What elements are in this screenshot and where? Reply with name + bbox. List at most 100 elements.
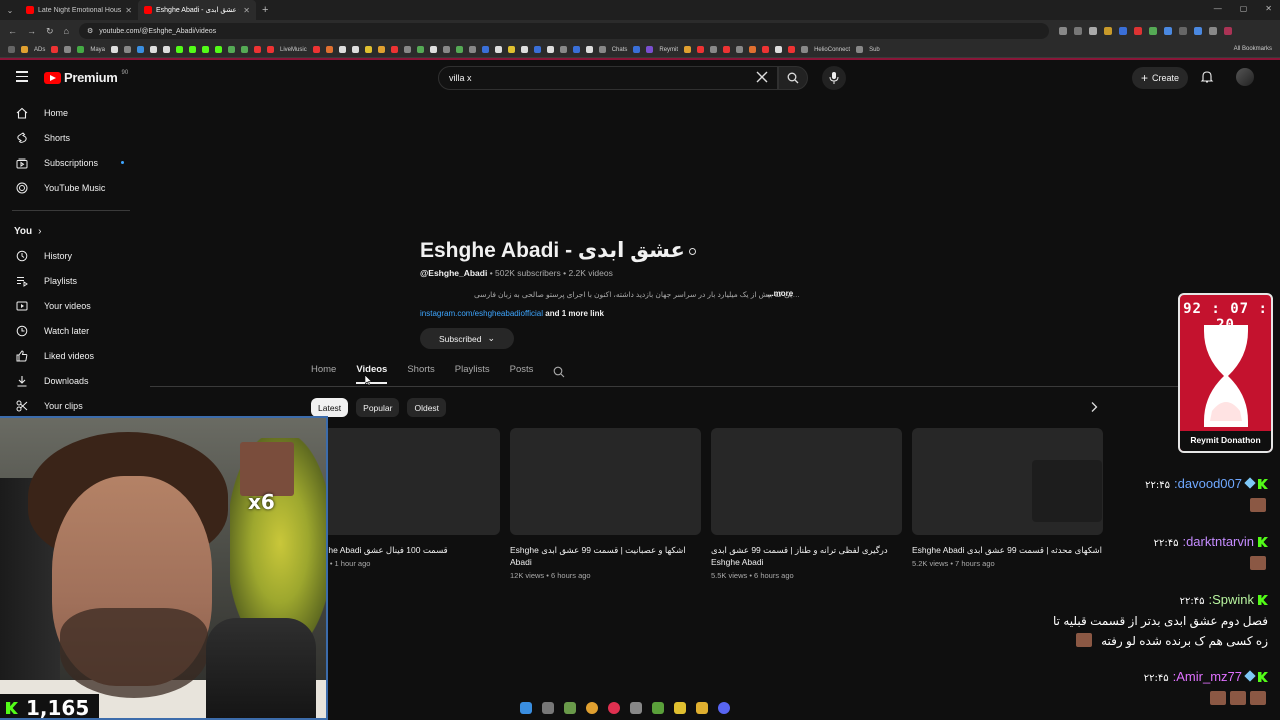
filter-oldest[interactable]: Oldest [407, 398, 447, 417]
browser-tab-1[interactable]: Eshghe Abadi - عشق ابدی - Yo ✕ [138, 0, 256, 20]
more-links[interactable]: and 1 more link [545, 309, 604, 318]
description-more-link[interactable]: ...more [767, 289, 793, 298]
tab-shorts[interactable]: Shorts [407, 364, 434, 384]
bookmark-icon[interactable] [856, 46, 864, 53]
bookmark-icon[interactable] [481, 46, 489, 53]
bookmark-icon[interactable] [325, 46, 333, 53]
sidebar-item-your-clips[interactable]: Your clips [0, 393, 142, 418]
close-window-icon[interactable]: ✕ [1265, 4, 1272, 13]
kick-icon[interactable] [202, 46, 210, 53]
search-button[interactable] [778, 66, 808, 90]
home-browser-icon[interactable]: ⌂ [64, 26, 69, 36]
close-tab-icon[interactable]: ✕ [125, 6, 132, 15]
bookmark-icon[interactable] [494, 46, 502, 53]
bookmark-icon[interactable] [241, 46, 249, 53]
channel-description[interactable]: …یی که بیش از یک میلیارد بار در سراسر جه… [420, 290, 800, 299]
zoom-icon[interactable] [1074, 27, 1082, 35]
subscribed-button[interactable]: Subscribed ⌄ [420, 328, 514, 349]
bookmark-icon[interactable] [468, 46, 476, 53]
bookmark-helioconnect[interactable]: HelioConnect [814, 47, 850, 53]
kick-icon[interactable] [176, 46, 184, 53]
bookmark-icon[interactable] [390, 46, 398, 53]
video-title[interactable]: Eshghe Abadi قسمت 100 فینال عشق [309, 544, 500, 556]
file-explorer-icon[interactable] [696, 702, 708, 714]
instagram-link[interactable]: instagram.com/eshgheabadiofficial [420, 309, 543, 318]
browser-tab-0[interactable]: Late Night Emotional House M ✕ [20, 0, 138, 20]
video-thumbnail[interactable] [309, 428, 500, 535]
reload-icon[interactable]: ↻ [46, 26, 54, 37]
bookmark-icon[interactable] [559, 46, 567, 53]
star-icon[interactable] [1089, 27, 1097, 35]
bookmark-icon[interactable] [585, 46, 593, 53]
bookmark-icon[interactable] [572, 46, 580, 53]
bookmark-icon[interactable] [546, 46, 554, 53]
bookmark-icon[interactable] [646, 46, 654, 53]
back-icon[interactable]: ← [8, 26, 17, 36]
extension-icon[interactable] [1164, 27, 1172, 35]
account-avatar[interactable] [1236, 68, 1254, 86]
sidebar-item-liked-videos[interactable]: Liked videos [0, 343, 142, 368]
channel-search-icon[interactable] [553, 366, 565, 378]
bookmark-icon[interactable] [598, 46, 606, 53]
extension-icon[interactable] [1134, 27, 1142, 35]
extension-icon[interactable] [1179, 27, 1187, 35]
voice-search-button[interactable] [822, 66, 846, 90]
video-card[interactable]: درگیری لفظی ترانه و طناز | قسمت 99 عشق ا… [711, 428, 902, 580]
x-icon[interactable] [163, 46, 171, 53]
bookmark-livemusic[interactable]: LiveMusic [280, 47, 307, 53]
video-card[interactable]: Eshghe Abadi قسمت 100 فینال عشق views • … [309, 428, 500, 568]
bookmark-icon[interactable] [403, 46, 411, 53]
chrome-icon[interactable] [586, 702, 598, 714]
kick-icon[interactable] [189, 46, 197, 53]
bookmark-chats[interactable]: Chats [612, 47, 628, 53]
bookmark-icon[interactable] [351, 46, 359, 53]
bookmark-icon[interactable] [150, 46, 158, 53]
task-view-icon[interactable] [542, 702, 554, 714]
bookmark-icon[interactable] [377, 46, 385, 53]
video-title[interactable]: درگیری لفظی ترانه و طناز | قسمت 99 عشق ا… [711, 544, 902, 568]
extension-icon[interactable] [1059, 27, 1067, 35]
taskbar-app-icon[interactable] [652, 702, 664, 714]
bookmark-icon[interactable] [111, 46, 119, 53]
bookmark-icon[interactable] [338, 46, 346, 53]
bookmark-icon[interactable] [775, 46, 783, 53]
bookmark-icon[interactable] [788, 46, 796, 53]
start-icon[interactable] [520, 702, 532, 714]
sidebar-item-youtube-music[interactable]: YouTube Music [0, 175, 142, 200]
taskbar-app-icon[interactable] [608, 702, 620, 714]
bookmark-icon[interactable] [228, 46, 236, 53]
folder-icon[interactable] [21, 46, 28, 53]
bookmark-icon[interactable] [254, 46, 262, 53]
minimize-icon[interactable]: — [1214, 4, 1222, 13]
bookmark-ads[interactable]: ADs [34, 47, 45, 53]
discord-icon[interactable] [718, 702, 730, 714]
clear-search-icon[interactable] [756, 71, 768, 83]
extension-icon[interactable] [1104, 27, 1112, 35]
sidebar-item-playlists[interactable]: Playlists [0, 268, 142, 293]
video-thumbnail[interactable] [711, 428, 902, 535]
sidebar-item-your-videos[interactable]: Your videos [0, 293, 142, 318]
site-info-icon[interactable]: ⚙ [87, 27, 93, 35]
video-thumbnail[interactable] [510, 428, 701, 535]
bookmark-icon[interactable] [137, 46, 145, 53]
bookmark-icon[interactable] [442, 46, 450, 53]
bookmark-icon[interactable] [267, 46, 275, 53]
bookmark-icon[interactable] [429, 46, 437, 53]
sidebar-item-home[interactable]: Home [0, 100, 142, 125]
forward-icon[interactable]: → [27, 26, 36, 36]
filter-popular[interactable]: Popular [356, 398, 400, 417]
bookmark-icon[interactable] [533, 46, 541, 53]
filter-latest[interactable]: Latest [311, 398, 349, 417]
url-field[interactable]: ⚙ youtube.com/@Eshghe_Abadi/videos [78, 23, 1049, 39]
bookmark-icon[interactable] [762, 46, 770, 53]
apps-icon[interactable] [8, 46, 15, 53]
extension-icon[interactable] [1119, 27, 1127, 35]
bookmark-icon[interactable] [364, 46, 372, 53]
bookmark-reymit[interactable]: Reymit [659, 47, 678, 53]
bookmark-icon[interactable] [51, 46, 59, 53]
sidebar-item-shorts[interactable]: Shorts [0, 125, 142, 150]
video-card[interactable]: Eshghe اشکها و عصبانیت | قسمت 99 عشق ابد… [510, 428, 701, 580]
new-tab-icon[interactable]: + [262, 0, 268, 20]
all-bookmarks[interactable]: All Bookmarks [1234, 46, 1272, 52]
bookmark-sub[interactable]: Sub [869, 47, 880, 53]
